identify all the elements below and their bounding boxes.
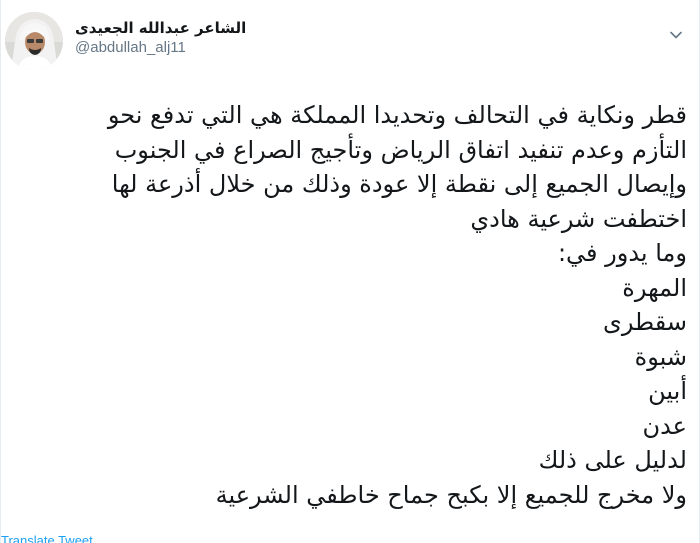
avatar-image [5,12,63,70]
user-handle[interactable]: @abdullah_alj11 [75,38,246,58]
display-name[interactable]: الشاعر عبدالله الجعيدى [75,18,246,38]
author-block[interactable]: الشاعر عبدالله الجعيدى @abdullah_alj11 [75,18,246,58]
chevron-down-icon[interactable] [667,26,685,44]
tweet-line: أبين [648,377,687,405]
tweet-line: لدليل على ذلك [538,446,687,474]
tweet-line: قطر ونكاية في التحالف وتحديدا المملكة هي… [107,101,687,129]
tweet-line: وإيصال الجميع إلى نقطة إلا عودة وذلك من … [111,170,687,198]
tweet-line: ولا مخرج للجميع إلا بكبح جماح خاطفي الشر… [215,480,687,509]
translate-tweet-link[interactable]: Translate Tweet [1,533,93,543]
tweet-text: قطر ونكاية في التحالف وتحديدا المملكة هي… [15,98,687,512]
tweet-line: المهرة [622,273,687,302]
tweet-line: عدن [642,411,687,440]
tweet-line: اختطفت شرعية هادي [470,204,687,233]
tweet-card: الشاعر عبدالله الجعيدى @abdullah_alj11 ق… [0,0,700,543]
tweet-line: شبوة [634,342,687,371]
tweet-line: سقطرى [603,308,687,336]
avatar[interactable] [5,12,63,70]
tweet-line: التأزم وعدم تنفيد اتفاق الرياض وتأجيج ال… [114,135,687,164]
tweet-header: الشاعر عبدالله الجعيدى @abdullah_alj11 [1,8,700,70]
tweet-line: وما يدور في: [557,239,687,267]
